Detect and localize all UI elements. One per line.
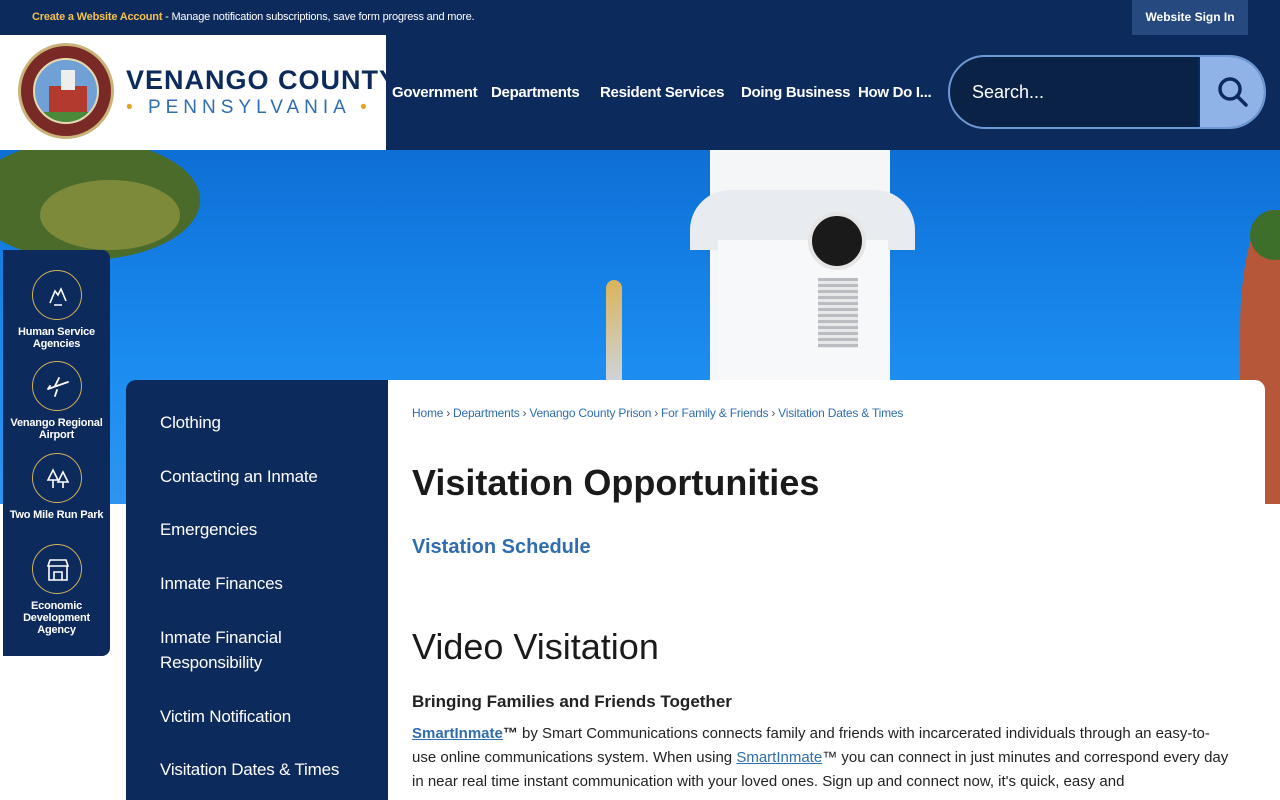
breadcrumb-venango-county-prison[interactable]: Venango County Prison bbox=[529, 406, 651, 420]
main-content: Home › Departments › Venango County Prison › F… bbox=[388, 380, 1265, 800]
sidenav-item-victim-notification[interactable]: Victim Notification bbox=[160, 704, 360, 729]
search-input[interactable] bbox=[972, 57, 1192, 127]
create-account-link[interactable]: Create a Website Account bbox=[32, 11, 162, 23]
sidenav-item-visitation-dates-times[interactable]: Visitation Dates & Times bbox=[160, 757, 360, 782]
search-button[interactable] bbox=[1198, 57, 1264, 127]
smartinmate-paragraph: SmartInmate™ by Smart Communications con… bbox=[412, 722, 1232, 794]
breadcrumb-departments[interactable]: Departments bbox=[453, 406, 520, 420]
quick-link-label: Venango Regional Airport bbox=[10, 417, 103, 441]
account-message-text: - Manage notification subscriptions, sav… bbox=[162, 11, 475, 23]
sidenav-item-inmate-financial-responsibility[interactable]: Inmate Financial Responsibility bbox=[160, 625, 360, 675]
smartinmate-link[interactable]: SmartInmate bbox=[412, 725, 503, 742]
clock-icon bbox=[808, 212, 866, 270]
state-name-text: PENNSYLVANIA bbox=[147, 97, 350, 118]
smartinmate-link-2[interactable]: SmartInmate bbox=[736, 749, 822, 766]
nav-government[interactable]: Government bbox=[392, 35, 478, 150]
storefront-icon bbox=[32, 544, 82, 594]
logo[interactable]: VENANGO COUNTY • PENNSYLVANIA • bbox=[0, 35, 397, 150]
nav-resident-services[interactable]: Resident Services bbox=[600, 35, 724, 150]
county-seal-icon bbox=[18, 43, 114, 139]
sidenav-item-inmate-finances[interactable]: Inmate Finances bbox=[160, 571, 360, 596]
website-sign-in-button[interactable]: Website Sign In bbox=[1132, 0, 1248, 35]
search-box bbox=[948, 55, 1266, 129]
section-side-nav: Clothing Contacting an Inmate Emergencie… bbox=[126, 380, 388, 800]
search-icon bbox=[1218, 77, 1248, 107]
breadcrumb-home[interactable]: Home bbox=[412, 406, 443, 420]
page-title: Visitation Opportunities bbox=[412, 462, 820, 503]
trademark-symbol-2: ™ bbox=[822, 749, 838, 766]
airplane-icon bbox=[32, 361, 82, 411]
sidenav-item-emergencies[interactable]: Emergencies bbox=[160, 517, 360, 542]
nav-how-do-i[interactable]: How Do I... bbox=[858, 35, 932, 150]
site-header: VENANGO COUNTY • PENNSYLVANIA • Governme… bbox=[0, 35, 1280, 150]
trees-icon bbox=[32, 453, 82, 503]
video-visitation-heading: Video Visitation bbox=[412, 626, 659, 667]
nav-departments[interactable]: Departments bbox=[491, 35, 580, 150]
trademark-symbol: ™ bbox=[502, 725, 518, 742]
quick-link-label: Two Mile Run Park bbox=[9, 509, 104, 521]
quick-link-label: Economic Development Agency bbox=[23, 600, 90, 636]
breadcrumb: Home › Departments › Venango County Prison › F… bbox=[412, 406, 904, 420]
families-subheading: Bringing Families and Friends Together bbox=[412, 692, 732, 711]
county-name: VENANGO COUNTY bbox=[126, 65, 399, 95]
visitation-schedule-link[interactable]: Vistation Schedule bbox=[412, 536, 591, 559]
breadcrumb-visitation-dates-times[interactable]: Visitation Dates & Times bbox=[778, 406, 903, 420]
sidenav-item-contacting-an-inmate[interactable]: Contacting an Inmate bbox=[160, 464, 360, 489]
hands-icon bbox=[32, 270, 82, 320]
state-name: • PENNSYLVANIA • bbox=[126, 97, 372, 118]
quick-link-label: Human Service Agencies bbox=[18, 326, 95, 350]
nav-doing-business[interactable]: Doing Business bbox=[741, 35, 850, 150]
account-message: Create a Website Account - Manage notifi… bbox=[32, 11, 475, 23]
top-utility-bar: Create a Website Account - Manage notifi… bbox=[0, 0, 1280, 35]
breadcrumb-for-family-friends[interactable]: For Family & Friends bbox=[661, 406, 769, 420]
quick-links-panel: Human Service Agencies Venango Regional … bbox=[3, 250, 110, 656]
sidenav-item-clothing[interactable]: Clothing bbox=[160, 410, 360, 435]
